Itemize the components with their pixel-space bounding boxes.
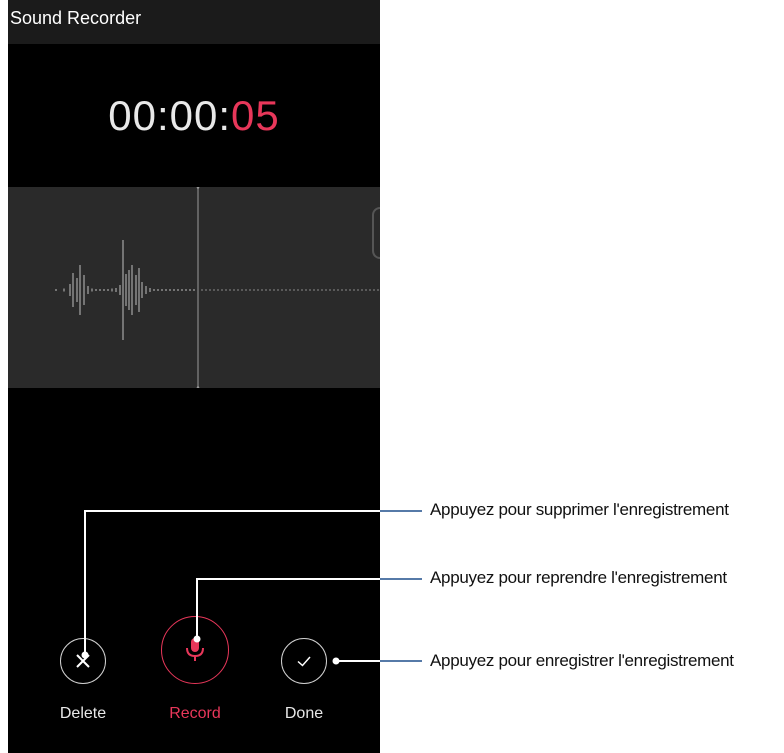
delete-callout-dot [81,651,89,659]
done-callout-text: Appuyez pour enregistrer l'enregistremen… [430,651,734,670]
delete-leader-line [84,510,380,655]
record-callout-dot [193,635,201,643]
callout-lines [81,510,422,665]
done-callout-dot [332,657,340,665]
record-leader-line [196,578,380,639]
delete-callout-text: Appuyez pour supprimer l'enregistrement [430,500,729,519]
record-callout-text: Appuyez pour reprendre l'enregistrement [430,568,727,587]
